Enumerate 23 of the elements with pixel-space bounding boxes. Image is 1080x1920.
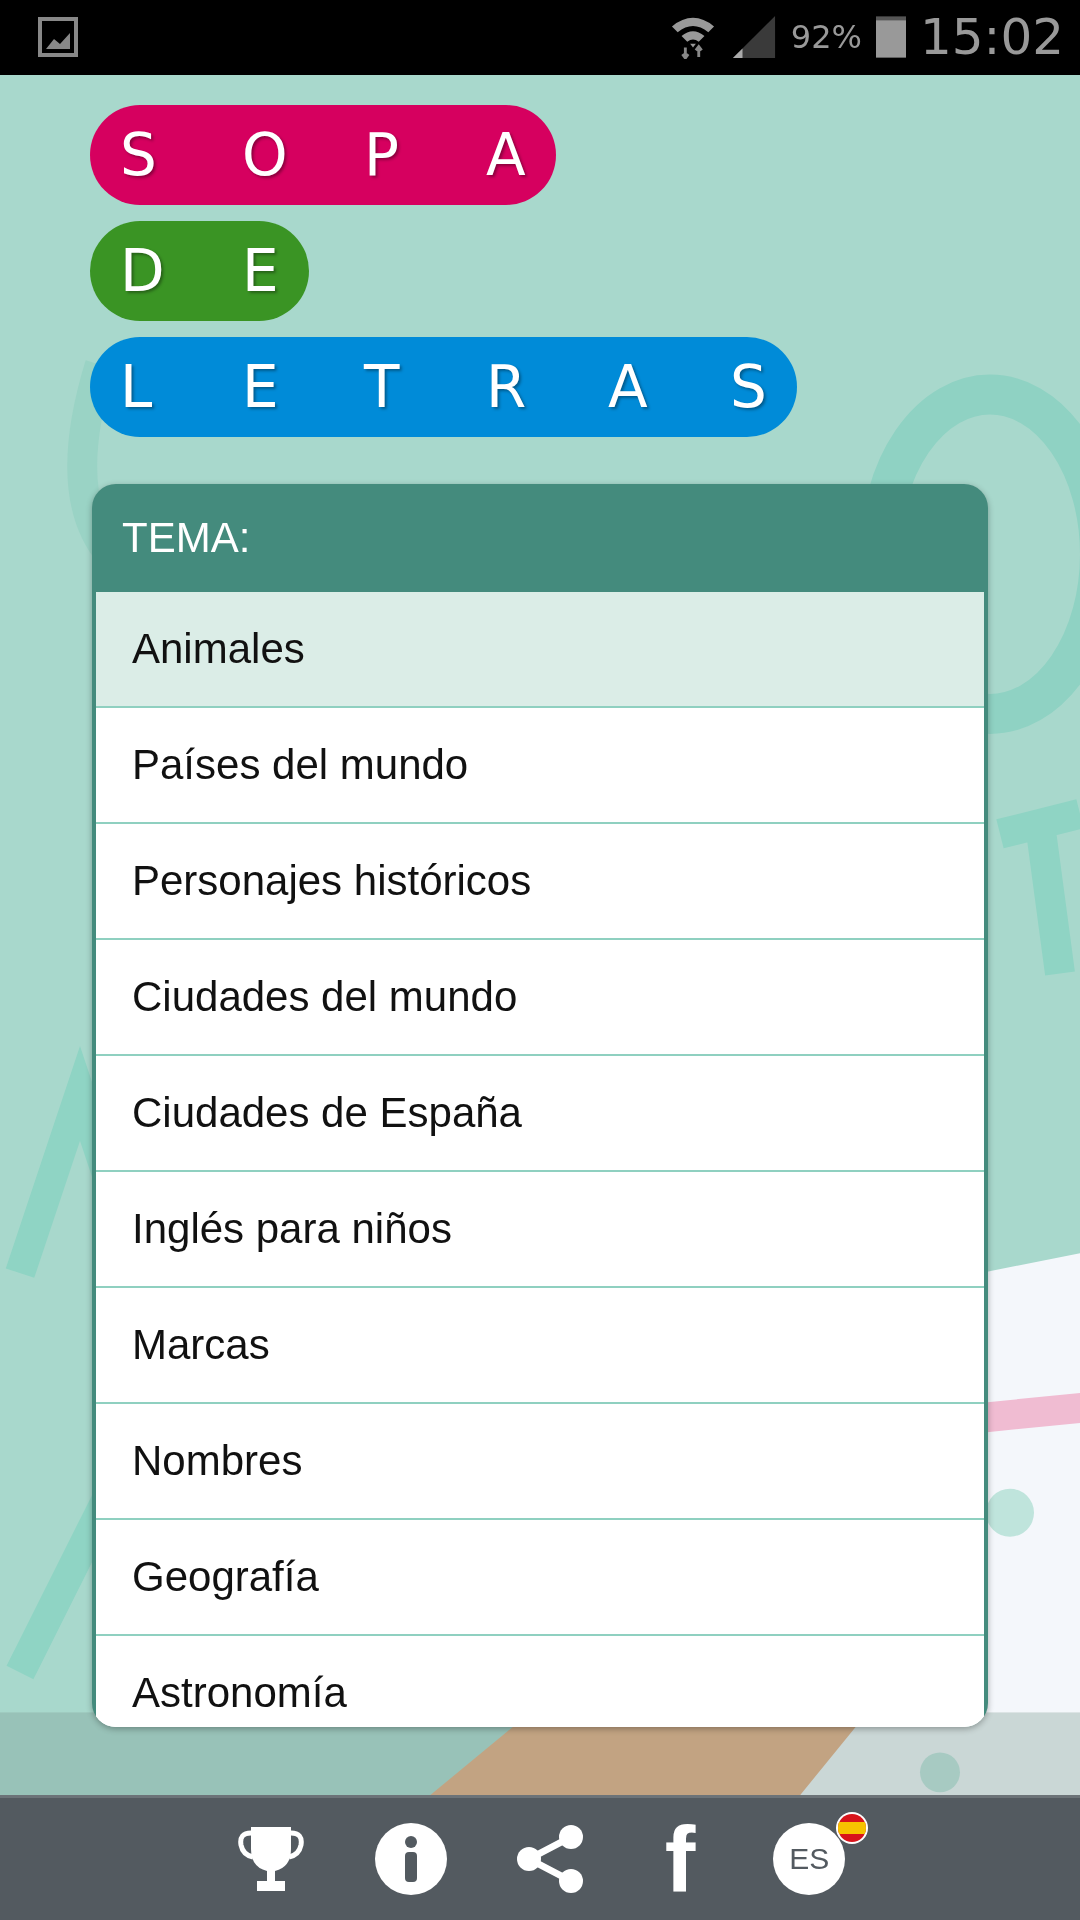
title-letter: R [486, 352, 528, 421]
title-letter: A [486, 120, 526, 189]
title-letter: P [364, 120, 400, 189]
signal-icon [730, 14, 777, 61]
title-letter: E [242, 352, 280, 421]
battery-icon [875, 16, 906, 59]
title-letter: L [120, 352, 154, 421]
language-button[interactable]: ES [773, 1823, 846, 1896]
flag-icon [835, 1811, 870, 1846]
panel-title: TEMA: [121, 512, 252, 563]
gallery-icon [38, 17, 78, 58]
title-letter: S [120, 120, 158, 189]
topic-item[interactable]: Animales [96, 591, 984, 708]
title-letter: S [730, 352, 767, 421]
title-letter: E [242, 236, 279, 305]
title-letter: T [364, 352, 401, 421]
title-letter: D [120, 236, 166, 305]
title-letter: A [608, 352, 649, 421]
clock: 15:02 [919, 8, 1064, 67]
facebook-button[interactable]: f [654, 1819, 706, 1900]
title-letter: O [242, 120, 289, 189]
info-icon[interactable] [374, 1823, 447, 1896]
battery-percent: 92% [790, 18, 862, 57]
